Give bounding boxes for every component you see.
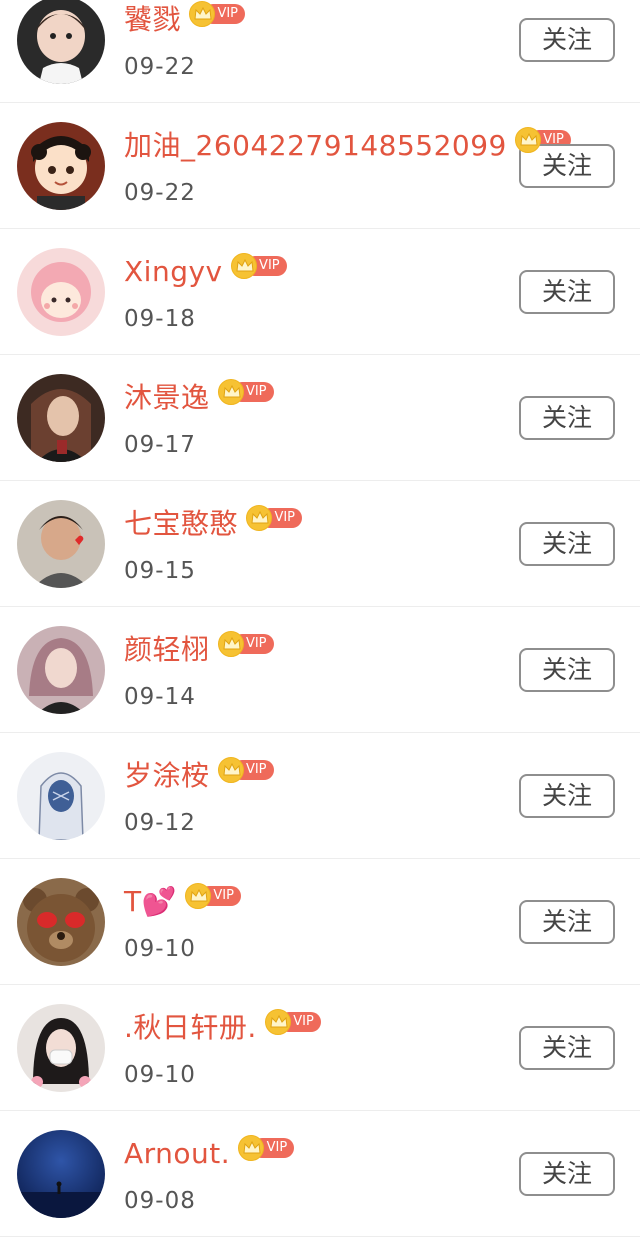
avatar-cartoon-girl-image bbox=[17, 122, 105, 210]
crown-icon bbox=[238, 1135, 265, 1161]
list-item[interactable]: 饕戮 VIP 09-22 关注 bbox=[0, 0, 640, 103]
crown-icon bbox=[184, 883, 211, 909]
user-name[interactable]: 沐景逸 bbox=[124, 381, 210, 415]
list-item[interactable]: 七宝憨憨 VIP 09-15 关注 bbox=[0, 481, 640, 607]
follow-date: 09-17 bbox=[124, 432, 196, 458]
crown-icon bbox=[246, 505, 273, 531]
follow-date: 09-12 bbox=[124, 810, 196, 836]
user-name[interactable]: T💕 bbox=[124, 885, 177, 919]
crown-icon bbox=[217, 631, 244, 657]
avatar-hoodie-sketch-image bbox=[17, 752, 105, 840]
follow-date: 09-08 bbox=[124, 1188, 196, 1214]
avatar-boy-heart-image bbox=[17, 500, 105, 588]
list-item[interactable]: 岁涂桉 VIP 09-12 关注 bbox=[0, 733, 640, 859]
avatar[interactable] bbox=[17, 1130, 105, 1218]
follower-list: 饕戮 VIP 09-22 关注 加油_26042279148552099 VIP… bbox=[0, 0, 640, 1237]
avatar-girl-pink-hair-image bbox=[17, 626, 105, 714]
follow-button[interactable]: 关注 bbox=[519, 18, 615, 62]
list-item[interactable]: 加油_26042279148552099 VIP 09-22 关注 bbox=[0, 103, 640, 229]
crown-icon bbox=[264, 1009, 291, 1035]
list-item[interactable]: T💕 VIP 09-10 关注 bbox=[0, 859, 640, 985]
list-item[interactable]: 沐景逸 VIP 09-17 关注 bbox=[0, 355, 640, 481]
follow-date: 09-22 bbox=[124, 54, 196, 80]
follow-button[interactable]: 关注 bbox=[519, 900, 615, 944]
avatar-girl-doll-image bbox=[17, 0, 105, 84]
follow-button[interactable]: 关注 bbox=[519, 1152, 615, 1196]
list-item[interactable]: Arnout. VIP 09-08 关注 bbox=[0, 1111, 640, 1237]
user-name[interactable]: 颜轻栩 bbox=[124, 633, 210, 667]
vip-badge: VIP bbox=[217, 379, 276, 405]
follow-button[interactable]: 关注 bbox=[519, 270, 615, 314]
avatar-girl-mask-image bbox=[17, 1004, 105, 1092]
follow-button[interactable]: 关注 bbox=[519, 774, 615, 818]
avatar[interactable] bbox=[17, 1004, 105, 1092]
follow-date: 09-10 bbox=[124, 936, 196, 962]
follow-date: 09-14 bbox=[124, 684, 196, 710]
avatar[interactable] bbox=[17, 500, 105, 588]
user-name[interactable]: 饕戮 bbox=[124, 3, 181, 37]
avatar[interactable] bbox=[17, 248, 105, 336]
avatar-pink-anime-image bbox=[17, 248, 105, 336]
crown-icon bbox=[514, 127, 541, 153]
list-item[interactable]: .秋日轩册. VIP 09-10 关注 bbox=[0, 985, 640, 1111]
vip-badge: VIP bbox=[238, 1135, 296, 1161]
crown-icon bbox=[230, 253, 257, 279]
vip-badge: VIP bbox=[246, 505, 304, 531]
avatar[interactable] bbox=[17, 752, 105, 840]
user-name[interactable]: 加油_26042279148552099 bbox=[124, 129, 507, 163]
follow-button[interactable]: 关注 bbox=[519, 648, 615, 692]
vip-badge: VIP bbox=[189, 1, 247, 27]
vip-badge: VIP bbox=[230, 253, 289, 279]
user-name[interactable]: .秋日轩册. bbox=[124, 1011, 257, 1045]
crown-icon bbox=[217, 379, 244, 405]
avatar[interactable] bbox=[17, 374, 105, 462]
follow-date: 09-10 bbox=[124, 1062, 196, 1088]
avatar[interactable] bbox=[17, 626, 105, 714]
crown-icon bbox=[217, 757, 244, 783]
avatar-teddy-bear-image bbox=[17, 878, 105, 966]
follow-date: 09-22 bbox=[124, 180, 196, 206]
vip-badge: VIP bbox=[217, 757, 276, 783]
avatar[interactable] bbox=[17, 878, 105, 966]
crown-icon bbox=[189, 1, 216, 27]
vip-badge: VIP bbox=[184, 883, 243, 909]
follow-date: 09-18 bbox=[124, 306, 196, 332]
avatar[interactable] bbox=[17, 122, 105, 210]
follow-button[interactable]: 关注 bbox=[519, 396, 615, 440]
user-name[interactable]: 岁涂桉 bbox=[124, 759, 210, 793]
vip-badge: VIP bbox=[217, 631, 276, 657]
avatar-blue-night-image bbox=[17, 1130, 105, 1218]
list-item[interactable]: Xingyv VIP 09-18 关注 bbox=[0, 229, 640, 355]
avatar-portrait-image bbox=[17, 374, 105, 462]
vip-badge: VIP bbox=[264, 1009, 323, 1035]
follow-date: 09-15 bbox=[124, 558, 196, 584]
follow-button[interactable]: 关注 bbox=[519, 1026, 615, 1070]
avatar[interactable] bbox=[17, 0, 105, 84]
list-item[interactable]: 颜轻栩 VIP 09-14 关注 bbox=[0, 607, 640, 733]
user-name[interactable]: Arnout. bbox=[124, 1137, 230, 1171]
user-name[interactable]: 七宝憨憨 bbox=[124, 507, 238, 541]
user-name[interactable]: Xingyv bbox=[124, 255, 223, 289]
follow-button[interactable]: 关注 bbox=[519, 522, 615, 566]
